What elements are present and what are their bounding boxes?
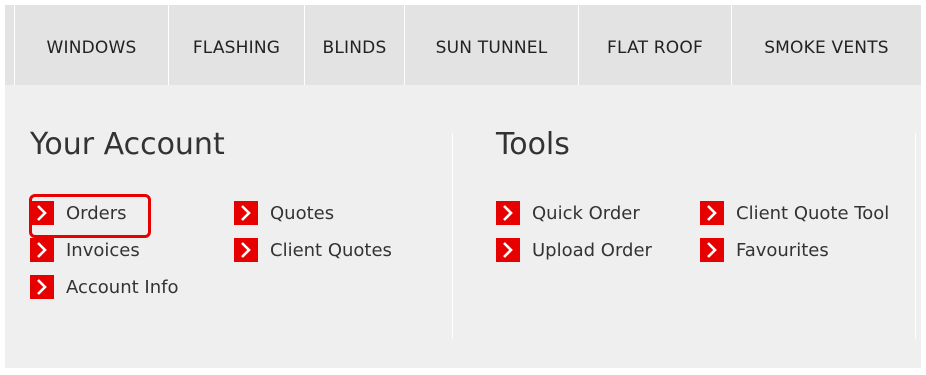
- nav-item-flashing[interactable]: FLASHING: [169, 5, 305, 85]
- section-divider: [452, 133, 453, 339]
- favourites-link[interactable]: Favourites: [700, 237, 829, 263]
- link-label: Client Quotes: [270, 239, 392, 261]
- quick-order-link[interactable]: Quick Order: [496, 200, 640, 226]
- client-quote-tool-link[interactable]: Client Quote Tool: [700, 200, 889, 226]
- nav-item-label: SUN TUNNEL: [435, 38, 548, 58]
- chevron-right-icon: [496, 201, 520, 225]
- link-label: Quotes: [270, 202, 335, 224]
- chevron-right-icon: [700, 238, 724, 262]
- chevron-right-icon: [30, 238, 54, 262]
- nav-item-flat-roof[interactable]: FLAT ROOF: [579, 5, 732, 85]
- link-label: Account Info: [66, 276, 179, 298]
- nav-item-sun-tunnel[interactable]: SUN TUNNEL: [405, 5, 579, 85]
- nav-item-windows[interactable]: WINDOWS: [15, 5, 169, 85]
- link-label: Upload Order: [532, 239, 652, 261]
- client-quotes-link[interactable]: Client Quotes: [234, 237, 392, 263]
- nav-item-label: BLINDS: [322, 38, 387, 58]
- chevron-right-icon: [30, 275, 54, 299]
- quotes-link[interactable]: Quotes: [234, 200, 334, 226]
- chevron-right-icon: [700, 201, 724, 225]
- orders-highlight-box: [29, 194, 151, 238]
- chevron-right-icon: [234, 238, 258, 262]
- chevron-right-icon: [496, 238, 520, 262]
- section-divider-right: [915, 133, 916, 339]
- nav-item-label: FLAT ROOF: [607, 38, 703, 58]
- chevron-right-icon: [234, 201, 258, 225]
- link-label: Invoices: [66, 239, 140, 261]
- link-label: Favourites: [736, 239, 829, 261]
- upload-order-link[interactable]: Upload Order: [496, 237, 652, 263]
- link-label: Client Quote Tool: [736, 202, 890, 224]
- tools-heading: Tools: [496, 127, 570, 162]
- nav-item-smoke-vents[interactable]: SMOKE VENTS: [732, 5, 921, 85]
- link-label: Quick Order: [532, 202, 640, 224]
- nav-item-blinds[interactable]: BLINDS: [305, 5, 405, 85]
- mega-menu-panel: WINDOWS FLASHING BLINDS SUN TUNNEL FLAT …: [5, 5, 921, 368]
- nav-item-label: WINDOWS: [46, 38, 137, 58]
- top-nav: WINDOWS FLASHING BLINDS SUN TUNNEL FLAT …: [5, 5, 921, 85]
- account-info-link[interactable]: Account Info: [30, 274, 178, 300]
- your-account-heading: Your Account: [30, 127, 225, 162]
- invoices-link[interactable]: Invoices: [30, 237, 140, 263]
- nav-item-label: FLASHING: [192, 38, 281, 58]
- nav-edge: [5, 5, 15, 85]
- nav-item-label: SMOKE VENTS: [764, 38, 889, 58]
